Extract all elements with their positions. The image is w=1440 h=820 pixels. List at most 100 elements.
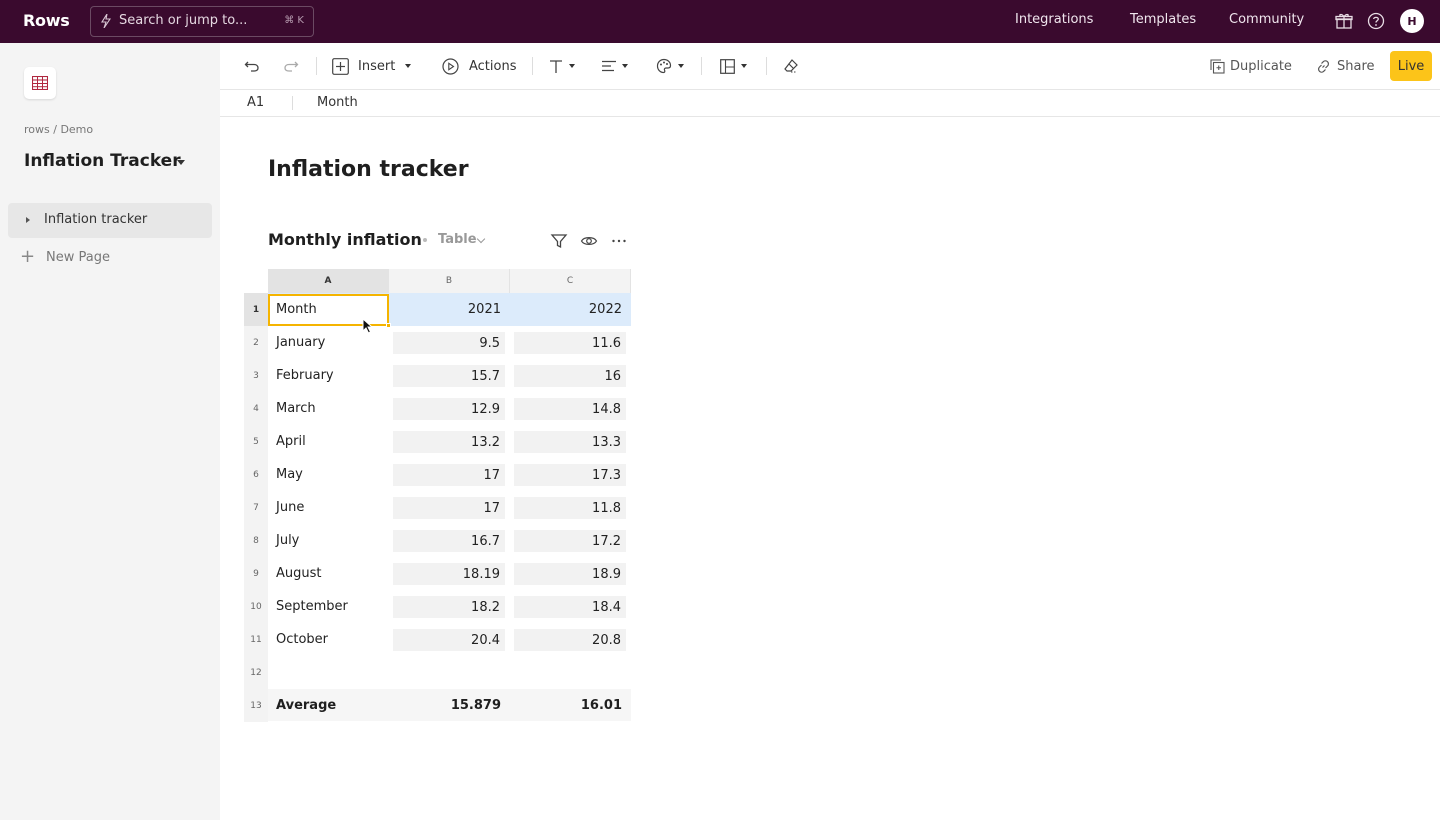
row-header[interactable]: 1 xyxy=(244,293,268,326)
clear-format-button[interactable] xyxy=(783,43,799,89)
cell-2021[interactable]: 17 xyxy=(393,464,505,486)
cell-2021[interactable]: 17 xyxy=(393,497,505,519)
page-title[interactable]: Inflation tracker xyxy=(268,157,469,182)
sidebar-item-inflation-tracker[interactable]: Inflation tracker xyxy=(8,203,212,238)
toolbar-divider xyxy=(532,57,533,75)
cell-2021[interactable]: 20.4 xyxy=(393,629,505,651)
cell-2021[interactable]: 15.7 xyxy=(393,365,505,387)
average-label[interactable]: Average xyxy=(276,689,336,721)
cell-month[interactable]: February xyxy=(268,359,389,392)
chevron-down-icon[interactable] xyxy=(476,234,486,244)
gift-icon[interactable] xyxy=(1334,11,1354,31)
expand-arrow-icon[interactable] xyxy=(26,217,30,223)
workspace-title[interactable]: Inflation Tracker xyxy=(24,151,181,171)
formula-divider xyxy=(292,96,293,110)
table-title[interactable]: Monthly inflation xyxy=(268,230,422,249)
cell-2021[interactable]: 12.9 xyxy=(393,398,505,420)
row-header[interactable]: 2 xyxy=(244,326,268,359)
eye-icon[interactable] xyxy=(580,232,598,250)
column-header-a[interactable]: A xyxy=(268,269,389,293)
more-icon[interactable] xyxy=(610,232,628,250)
formula-input[interactable]: Month xyxy=(317,95,358,110)
cell-2022[interactable]: 17.3 xyxy=(514,464,626,486)
caret-down-icon xyxy=(569,64,575,68)
cell-month[interactable]: April xyxy=(268,425,389,458)
row-header[interactable]: 12 xyxy=(244,656,268,689)
cell-2021[interactable]: 16.7 xyxy=(393,530,505,552)
cell-month[interactable]: March xyxy=(268,392,389,425)
average-2021[interactable]: 15.879 xyxy=(389,689,501,721)
sidebar: rows / Demo Inflation Tracker Inflation … xyxy=(0,43,220,820)
toolbar: Insert Actions Duplicate Share Live xyxy=(220,43,1440,90)
mouse-cursor-icon xyxy=(362,318,374,334)
cell-month[interactable]: August xyxy=(268,557,389,590)
spreadsheet-icon[interactable] xyxy=(24,67,56,99)
duplicate-label: Duplicate xyxy=(1230,58,1292,74)
align-button[interactable] xyxy=(602,43,628,89)
cell-2021[interactable]: 18.2 xyxy=(393,596,505,618)
new-page-label: New Page xyxy=(46,250,110,265)
cell-2022[interactable]: 13.3 xyxy=(514,431,626,453)
row-header[interactable]: 3 xyxy=(244,359,268,392)
caret-down-icon xyxy=(678,64,684,68)
average-2022[interactable]: 16.01 xyxy=(510,689,622,721)
header-cell-2021[interactable]: 2021 xyxy=(389,293,510,326)
column-header-c[interactable]: C xyxy=(510,269,631,293)
toolbar-divider xyxy=(766,57,767,75)
cell-month[interactable]: July xyxy=(268,524,389,557)
live-button[interactable]: Live xyxy=(1390,51,1432,81)
cell-2021[interactable]: 9.5 xyxy=(393,332,505,354)
row-header[interactable]: 10 xyxy=(244,590,268,623)
help-icon[interactable] xyxy=(1366,11,1386,31)
cell-2022[interactable]: 18.4 xyxy=(514,596,626,618)
breadcrumb[interactable]: rows / Demo xyxy=(24,123,93,136)
text-format-button[interactable] xyxy=(549,43,575,89)
actions-button[interactable]: Actions xyxy=(442,43,517,89)
toolbar-divider xyxy=(701,57,702,75)
cell-2021[interactable]: 13.2 xyxy=(393,431,505,453)
nav-integrations[interactable]: Integrations xyxy=(1015,12,1093,27)
row-header[interactable]: 6 xyxy=(244,458,268,491)
row-header[interactable]: 5 xyxy=(244,425,268,458)
cell-2022[interactable]: 14.8 xyxy=(514,398,626,420)
row-header[interactable]: 11 xyxy=(244,623,268,656)
cell-month[interactable]: October xyxy=(268,623,389,656)
column-header-b[interactable]: B xyxy=(389,269,510,293)
undo-button[interactable] xyxy=(244,43,260,89)
view-selector[interactable]: Table xyxy=(438,232,477,247)
row-header[interactable]: 13 xyxy=(244,689,268,722)
row-header[interactable]: 7 xyxy=(244,491,268,524)
rows-logo[interactable]: Rows xyxy=(23,11,70,30)
format-button[interactable] xyxy=(720,43,747,89)
row-header[interactable]: 4 xyxy=(244,392,268,425)
cell-2022[interactable]: 11.6 xyxy=(514,332,626,354)
cell-month[interactable]: May xyxy=(268,458,389,491)
cell-reference[interactable]: A1 xyxy=(247,95,264,110)
share-button[interactable]: Share xyxy=(1316,43,1375,89)
filter-icon[interactable] xyxy=(550,232,568,250)
cell-2022[interactable]: 18.9 xyxy=(514,563,626,585)
cell-month[interactable]: June xyxy=(268,491,389,524)
nav-templates[interactable]: Templates xyxy=(1130,12,1196,27)
nav-community[interactable]: Community xyxy=(1229,12,1304,27)
header-cell-2022[interactable]: 2022 xyxy=(510,293,631,326)
plus-square-icon xyxy=(332,57,349,75)
row-header[interactable]: 9 xyxy=(244,557,268,590)
search-placeholder: Search or jump to... xyxy=(119,13,248,28)
user-avatar[interactable]: H xyxy=(1400,9,1424,33)
row-header[interactable]: 8 xyxy=(244,524,268,557)
duplicate-button[interactable]: Duplicate xyxy=(1210,43,1292,89)
share-label: Share xyxy=(1337,58,1375,74)
cell-2022[interactable]: 17.2 xyxy=(514,530,626,552)
redo-icon xyxy=(284,61,299,72)
color-button[interactable] xyxy=(656,43,684,89)
insert-button[interactable]: Insert xyxy=(332,43,412,89)
caret-down-icon[interactable] xyxy=(177,160,185,165)
search-box[interactable]: Search or jump to... ⌘ K xyxy=(90,6,314,37)
cell-2021[interactable]: 18.19 xyxy=(393,563,505,585)
cell-2022[interactable]: 16 xyxy=(514,365,626,387)
cell-month[interactable]: September xyxy=(268,590,389,623)
redo-button[interactable] xyxy=(283,43,299,89)
cell-2022[interactable]: 11.8 xyxy=(514,497,626,519)
cell-2022[interactable]: 20.8 xyxy=(514,629,626,651)
